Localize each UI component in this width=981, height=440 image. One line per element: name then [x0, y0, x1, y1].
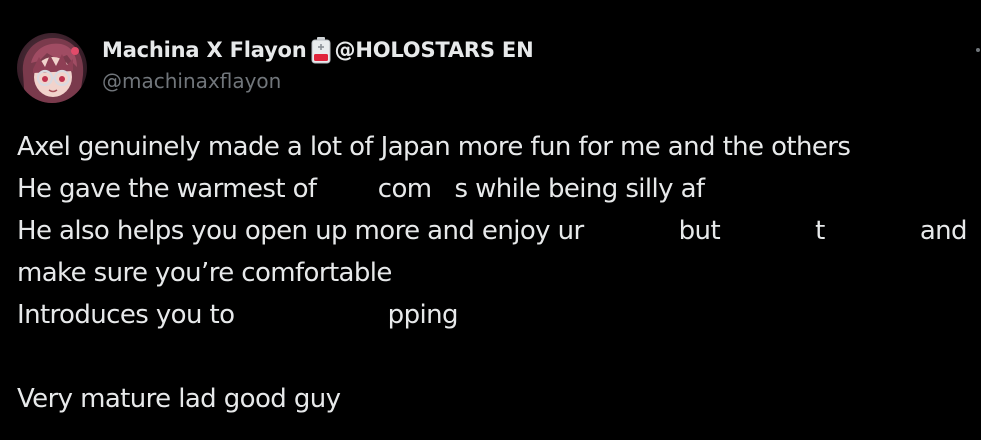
author-avatar[interactable]: [17, 33, 87, 103]
tweet-text-line: Introduces you to pping: [17, 300, 459, 330]
tweet-header: Machina X Flayon @HOLOSTARS EN @machinax…: [102, 34, 534, 104]
tweet-text-segment: t: [815, 216, 825, 246]
tweet-text-line: Axel genuinely made a lot of Japan more …: [17, 132, 851, 162]
avatar-image: [22, 37, 84, 103]
tweet-text-line: make sure you’re comfortable: [17, 258, 392, 288]
tweet-text-segment: He also helps you open up more and enjoy…: [17, 216, 584, 246]
low-battery-icon: [310, 36, 332, 64]
tweet-text-line: Very mature lad good guy: [17, 384, 341, 414]
tweet-text-spacer: [17, 336, 967, 378]
author-name-row: Machina X Flayon @HOLOSTARS EN: [102, 34, 534, 66]
tweet-text-segment: but: [678, 216, 721, 246]
author-name-suffix: @HOLOSTARS EN: [334, 38, 534, 62]
more-options-icon[interactable]: [976, 48, 980, 52]
tweet-card[interactable]: Machina X Flayon @HOLOSTARS EN @machinax…: [0, 0, 981, 440]
tweet-text-line: He also helps you open up more and enjoy…: [17, 210, 968, 252]
tweet-text-segment: and: [919, 216, 968, 246]
tweet-text-line: He gave the warmest of com s while being…: [17, 174, 705, 204]
author-display-name[interactable]: Machina X Flayon: [102, 38, 307, 62]
author-handle[interactable]: @machinaxflayon: [102, 69, 533, 93]
tweet-text: Axel genuinely made a lot of Japan more …: [17, 126, 968, 420]
